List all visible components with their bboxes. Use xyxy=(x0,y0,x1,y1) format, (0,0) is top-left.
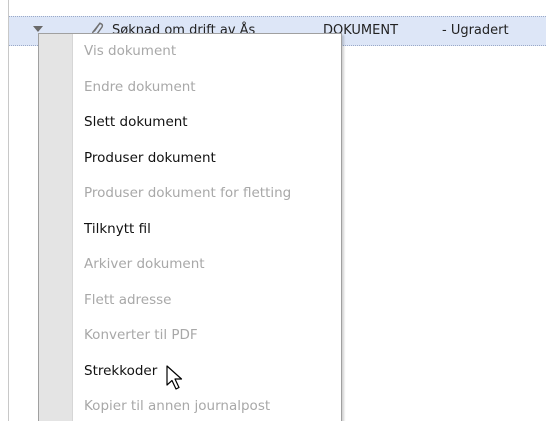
menu-item-vis-dokument: Vis dokument xyxy=(84,43,177,59)
mouse-pointer-icon xyxy=(166,365,183,390)
menu-item-produser-dokument[interactable]: Produser dokument xyxy=(84,141,341,177)
chevron-down-icon[interactable] xyxy=(33,26,43,32)
menu-item-strekkoder[interactable]: Strekkoder xyxy=(84,354,341,390)
menu-item-kopier-til-annen-journalpost: Kopier til annen journalpost xyxy=(84,398,271,414)
menu-item-slett-dokument[interactable]: Slett dokument xyxy=(84,105,341,141)
menu-item-tilknytt-fil[interactable]: Tilknytt fil xyxy=(84,212,341,248)
menu-item-list: Vis dokument Endre dokument Slett dokument… xyxy=(84,34,341,421)
menu-icon-gutter xyxy=(39,34,73,421)
document-list-view: Søknad om drift av Ås DOKUMENT - Ugrader… xyxy=(0,0,546,421)
document-grading: - Ugradert xyxy=(442,23,509,38)
menu-item-konverter-til-pdf: Konverter til PDF xyxy=(84,327,198,343)
menu-item-flett-adresse: Flett adresse xyxy=(84,291,172,308)
menu-item-arkiver-dokument: Arkiver dokument xyxy=(84,256,205,272)
menu-item-produser-dokument-for-fletting: Produser dokument for fletting xyxy=(84,185,292,201)
context-menu: Vis dokument Endre dokument Slett dokument… xyxy=(38,33,342,421)
tree-guide-line xyxy=(8,0,9,421)
menu-item-endre-dokument: Endre dokument xyxy=(84,78,196,95)
